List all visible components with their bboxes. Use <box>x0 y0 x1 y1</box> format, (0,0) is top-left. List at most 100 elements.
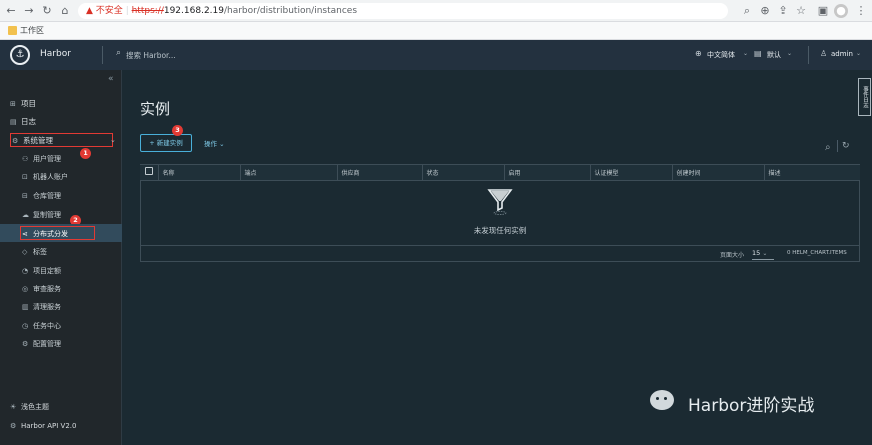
sidebar-item-job-service[interactable]: ◷ 任务中心 <box>22 319 61 333</box>
toolbar-divider <box>837 140 838 152</box>
column-header-auth-mode[interactable]: 认证模型 <box>590 165 673 181</box>
sidebar-item-projects[interactable]: ⊞ 项目 <box>10 97 36 111</box>
search-icon[interactable]: ⌕ <box>740 4 754 18</box>
calendar-icon: ▤ <box>754 49 762 58</box>
refresh-icon[interactable]: ↻ <box>842 141 850 151</box>
trash-icon: ▥ <box>22 303 29 311</box>
column-header-provider[interactable]: 供应商 <box>337 165 423 181</box>
page-title: 实例 <box>140 100 171 118</box>
users-icon: ⚇ <box>22 155 29 163</box>
column-header-creation-time[interactable]: 创建时间 <box>672 165 765 181</box>
share-icon[interactable]: ⇪ <box>776 4 790 18</box>
column-header-description[interactable]: 描述 <box>764 165 860 181</box>
sidebar-item-distributions[interactable]: ⋖ 分布式分发 <box>20 226 95 240</box>
chevron-down-icon: ⌄ <box>856 50 862 57</box>
user-icon: ♙ <box>820 49 828 58</box>
api-icon: ⚙ <box>10 422 17 430</box>
url-path: /harbor/distribution/instances <box>223 6 358 16</box>
header-divider <box>808 46 809 64</box>
select-all-checkbox[interactable] <box>140 165 159 181</box>
actions-dropdown[interactable]: 操作 ⌄ <box>204 138 225 148</box>
column-header-endpoint[interactable]: 端点 <box>240 165 338 181</box>
menu-icon[interactable]: ⋮ <box>854 4 868 18</box>
globe-icon: ⊕ <box>695 49 702 58</box>
sidebar-item-users[interactable]: ⚇ 用户管理 <box>22 152 61 166</box>
url-protocol: https:// <box>131 6 164 16</box>
sidebar-item-replications[interactable]: ☁ 复制管理 <box>22 208 61 222</box>
items-count: 0 HELM_CHART.ITEMS <box>787 250 847 256</box>
header-divider <box>102 46 103 64</box>
collapse-sidebar-icon[interactable]: « <box>108 74 114 84</box>
page-size-label: 页面大小 <box>720 252 745 259</box>
api-explorer-link[interactable]: ⚙ Harbor API V2.0 <box>10 419 76 433</box>
instances-table: 名称 端点 供应商 状态 启用 认证模型 创建时间 描述 <box>140 165 860 181</box>
share-icon: ⋖ <box>22 230 28 238</box>
sidepanel-icon[interactable]: ▣ <box>816 4 830 18</box>
sidebar-item-labels[interactable]: ◇ 标签 <box>22 245 47 259</box>
registry-icon: ⊟ <box>22 192 28 200</box>
tag-icon: ◇ <box>22 248 28 256</box>
reload-icon[interactable]: ↻ <box>40 4 54 18</box>
tasks-icon: ◷ <box>22 322 29 330</box>
security-warning: 不安全 <box>95 6 123 16</box>
bookmark-folder[interactable]: 工作区 <box>20 25 44 36</box>
home-icon[interactable]: ⌂ <box>58 4 72 18</box>
global-search-input[interactable]: 搜索 Harbor... <box>126 50 176 61</box>
search-icon: ⌕ <box>116 48 122 58</box>
new-instance-button[interactable]: + 新建实例 <box>140 134 192 152</box>
folder-icon <box>8 26 17 35</box>
sidebar-item-scanners[interactable]: ◎ 审查服务 <box>22 282 61 296</box>
empty-state-message: 未发现任何实例 <box>473 226 527 235</box>
forward-icon[interactable]: → <box>22 4 36 18</box>
address-bar[interactable]: ▲ 不安全 | https://192.168.2.19/harbor/dist… <box>78 3 728 19</box>
sidebar-item-robot-accounts[interactable]: ⊡ 机器人账户 <box>22 170 68 184</box>
page-size-select[interactable]: 15 ⌄ <box>752 247 774 260</box>
event-log-tab[interactable]: 事件日志 <box>858 78 871 116</box>
datagrid-footer-divider <box>140 245 860 246</box>
main-content: 实例 + 新建实例 3 操作 ⌄ ⌕ ↻ 名称 端点 供应商 状态 启用 认证模… <box>122 70 872 445</box>
bookmark-star-icon[interactable]: ☆ <box>794 4 808 18</box>
search-icon[interactable]: ⌕ <box>825 142 831 153</box>
app-name[interactable]: Harbor <box>40 49 71 59</box>
sidebar: « ⊞ 项目 ▤ 日志 ⚙ 系统管理 ⌄ 1 ⚇ 用户管理 ⊡ 机器人账户 ⊟ 仓库管理 ☁… <box>0 70 122 445</box>
settings-icon: ⚙ <box>22 340 29 348</box>
sidebar-item-clean-up[interactable]: ▥ 清理服务 <box>22 300 61 314</box>
annotation-badge: 1 <box>80 148 91 159</box>
robot-icon: ⊡ <box>22 173 28 181</box>
theme-toggle[interactable]: ☀ 浅色主题 <box>10 400 49 414</box>
back-icon[interactable]: ← <box>4 4 18 18</box>
language-selector[interactable]: 中文简体 <box>707 50 735 60</box>
scanner-icon: ◎ <box>22 285 29 293</box>
watermark-text: Harbor进阶实战 <box>688 396 815 416</box>
bookmarks-bar: 工作区 <box>0 22 872 40</box>
app-header: ⚓ Harbor ⌕ 搜索 Harbor... ⊕ 中文简体 ⌄ ▤ 默认 ⌄ … <box>0 40 872 70</box>
project-icon: ⊞ <box>10 100 16 108</box>
chevron-down-icon: ⌄ <box>219 140 225 148</box>
column-header-name[interactable]: 名称 <box>158 165 241 181</box>
quota-icon: ◔ <box>22 267 29 275</box>
user-menu[interactable]: admin <box>831 50 853 58</box>
chevron-down-icon[interactable]: ⌄ <box>110 136 116 144</box>
sun-icon: ☀ <box>10 403 17 411</box>
profile-icon[interactable]: ● <box>834 4 848 18</box>
theme-selector[interactable]: 默认 <box>767 50 781 60</box>
replication-icon: ☁ <box>22 211 29 219</box>
warning-icon: ▲ <box>86 6 96 16</box>
chevron-down-icon: ⌄ <box>787 50 793 57</box>
column-header-enabled[interactable]: 启用 <box>504 165 591 181</box>
sidebar-item-administration[interactable]: ⚙ 系统管理 <box>10 133 113 147</box>
zoom-icon[interactable]: ⊕ <box>758 4 772 18</box>
annotation-badge: 3 <box>172 125 183 136</box>
sidebar-item-quotas[interactable]: ◔ 项目定额 <box>22 264 61 278</box>
sidebar-item-logs[interactable]: ▤ 日志 <box>10 115 36 129</box>
harbor-logo-icon: ⚓ <box>10 45 30 65</box>
browser-toolbar: ← → ↻ ⌂ ▲ 不安全 | https://192.168.2.19/har… <box>0 0 872 22</box>
chevron-down-icon: ⌄ <box>743 50 749 57</box>
sidebar-item-configuration[interactable]: ⚙ 配置管理 <box>22 337 61 351</box>
log-icon: ▤ <box>10 118 17 126</box>
sidebar-item-registries[interactable]: ⊟ 仓库管理 <box>22 189 61 203</box>
chevron-down-icon: ⌄ <box>762 250 768 257</box>
column-header-status[interactable]: 状态 <box>422 165 505 181</box>
table-header-row: 名称 端点 供应商 状态 启用 认证模型 创建时间 描述 <box>140 165 860 181</box>
url-host: 192.168.2.19 <box>163 6 224 16</box>
